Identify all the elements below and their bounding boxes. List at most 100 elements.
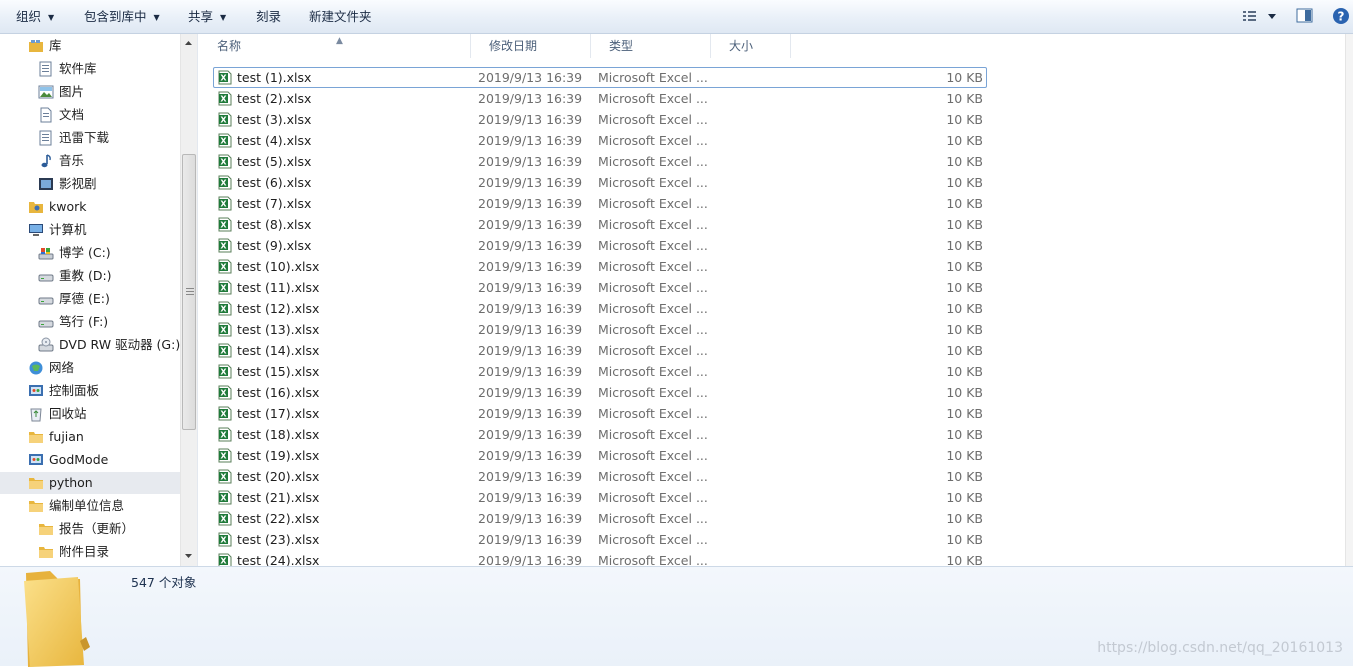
excel-file-icon: X [218,364,232,379]
column-header-type[interactable]: 类型 [591,34,711,58]
nav-item[interactable]: 控制面板 [0,380,180,402]
nav-item[interactable]: 音乐 [0,150,180,172]
nav-item[interactable]: 编制单位信息 [0,495,180,517]
nav-item[interactable]: 博学 (C:) [0,242,180,264]
column-header-size[interactable]: 大小 [711,34,791,58]
file-size: 10 KB [946,406,983,421]
file-name: test (1).xlsx [237,70,312,85]
file-size: 10 KB [946,175,983,190]
nav-item[interactable]: fujian [0,426,180,448]
file-name: test (24).xlsx [237,553,320,566]
nav-item-label: 控制面板 [49,383,100,398]
nav-item-label: 计算机 [49,222,87,237]
file-row[interactable]: Xtest (4).xlsx 2019/9/13 16:39 Microsoft E… [213,130,987,151]
nav-item[interactable]: 厚德 (E:) [0,288,180,310]
file-row[interactable]: Xtest (7).xlsx 2019/9/13 16:39 Microsoft E… [213,193,987,214]
file-date: 2019/9/13 16:39 [478,175,583,190]
file-row[interactable]: Xtest (15).xlsx 2019/9/13 16:39 Microsoft … [213,361,987,382]
library-icon [29,40,43,52]
nav-item[interactable]: 影视剧 [0,173,180,195]
file-row[interactable]: Xtest (2).xlsx 2019/9/13 16:39 Microsoft E… [213,88,987,109]
file-row[interactable]: Xtest (14).xlsx 2019/9/13 16:39 Microsoft … [213,340,987,361]
file-row[interactable]: Xtest (24).xlsx 2019/9/13 16:39 Microsoft … [213,550,987,566]
file-type: Microsoft Excel ... [598,280,708,295]
scroll-up-icon[interactable] [181,36,196,50]
help-button[interactable]: ? [1332,7,1350,28]
excel-file-icon: X [218,133,232,148]
file-row[interactable]: Xtest (11).xlsx 2019/9/13 16:39 Microsoft … [213,277,987,298]
preview-pane-button[interactable] [1296,7,1314,28]
file-row[interactable]: Xtest (13).xlsx 2019/9/13 16:39 Microsoft … [213,319,987,340]
file-row[interactable]: Xtest (17).xlsx 2019/9/13 16:39 Microsoft … [213,403,987,424]
file-row[interactable]: Xtest (3).xlsx 2019/9/13 16:39 Microsoft E… [213,109,987,130]
nav-item[interactable]: 附件目录 [0,541,180,563]
svg-text:X: X [220,179,227,188]
nav-item[interactable]: 迅雷下载 [0,127,180,149]
nav-item[interactable]: 报告（更新） [0,518,180,540]
file-date: 2019/9/13 16:39 [478,238,583,253]
file-row[interactable]: Xtest (21).xlsx 2019/9/13 16:39 Microsoft … [213,487,987,508]
file-row[interactable]: Xtest (19).xlsx 2019/9/13 16:39 Microsoft … [213,445,987,466]
organize-label: 组织 [16,9,42,24]
navigation-scrollbar[interactable] [180,34,197,566]
nav-item[interactable]: 重教 (D:) [0,265,180,287]
burn-button[interactable]: 刻录 [256,0,281,34]
file-row[interactable]: Xtest (20).xlsx 2019/9/13 16:39 Microsoft … [213,466,987,487]
column-header-date[interactable]: 修改日期 [471,34,591,58]
nav-item[interactable]: 文档 [0,104,180,126]
file-row[interactable]: Xtest (8).xlsx 2019/9/13 16:39 Microsoft E… [213,214,987,235]
excel-file-icon: X [218,112,232,127]
nav-item[interactable]: 笃行 (F:) [0,311,180,333]
document-icon [40,107,52,123]
column-header-name[interactable]: 名称 ▲ [199,34,471,58]
file-row[interactable]: Xtest (22).xlsx 2019/9/13 16:39 Microsoft … [213,508,987,529]
file-row[interactable]: Xtest (10).xlsx 2019/9/13 16:39 Microsoft … [213,256,987,277]
file-row[interactable]: Xtest (5).xlsx 2019/9/13 16:39 Microsoft E… [213,151,987,172]
nav-item[interactable]: 库 [0,35,180,57]
file-list-scrollbar[interactable] [1345,34,1353,566]
file-type: Microsoft Excel ... [598,154,708,169]
nav-item-label: GodMode [49,452,109,467]
excel-file-icon: X [218,175,232,190]
file-row[interactable]: Xtest (16).xlsx 2019/9/13 16:39 Microsoft … [213,382,987,403]
nav-item[interactable]: DVD RW 驱动器 (G:) [0,334,180,356]
chevron-down-icon: ▼ [153,13,160,22]
file-size: 10 KB [946,280,983,295]
file-type: Microsoft Excel ... [598,70,708,85]
file-date: 2019/9/13 16:39 [478,112,583,127]
file-row[interactable]: Xtest (9).xlsx 2019/9/13 16:39 Microsoft E… [213,235,987,256]
nav-item[interactable]: 网络 [0,357,180,379]
share-button[interactable]: 共享 ▼ [188,0,226,34]
organize-button[interactable]: 组织 ▼ [16,0,54,34]
nav-item[interactable]: 回收站 [0,403,180,425]
file-row[interactable]: Xtest (12).xlsx 2019/9/13 16:39 Microsoft … [213,298,987,319]
file-row[interactable]: Xtest (23).xlsx 2019/9/13 16:39 Microsoft … [213,529,987,550]
recycle-bin-icon [30,408,42,422]
file-row[interactable]: Xtest (6).xlsx 2019/9/13 16:39 Microsoft E… [213,172,987,193]
nav-item-label: 网络 [49,360,75,375]
file-row[interactable]: Xtest (18).xlsx 2019/9/13 16:39 Microsoft … [213,424,987,445]
share-label: 共享 [188,9,214,24]
nav-item[interactable]: GodMode [0,449,180,471]
svg-text:X: X [220,347,227,356]
document-library-icon [39,61,52,77]
nav-item-label: 文档 [59,107,85,122]
file-date: 2019/9/13 16:39 [478,301,583,316]
nav-item[interactable]: 软件库 [0,58,180,80]
nav-item[interactable]: 计算机 [0,219,180,241]
change-view-button[interactable] [1241,7,1281,30]
scrollbar-thumb[interactable] [182,154,196,430]
file-name: test (6).xlsx [237,175,312,190]
new-folder-button[interactable]: 新建文件夹 [309,0,372,34]
scroll-down-icon[interactable] [181,549,196,563]
excel-file-icon: X [218,490,232,505]
file-row[interactable]: Xtest (1).xlsx 2019/9/13 16:39 Microsoft E… [213,67,987,88]
nav-item[interactable]: kwork [0,196,180,218]
nav-item[interactable]: python [0,472,180,494]
file-type: Microsoft Excel ... [598,532,708,547]
file-date: 2019/9/13 16:39 [478,322,583,337]
file-type: Microsoft Excel ... [598,133,708,148]
file-date: 2019/9/13 16:39 [478,154,583,169]
nav-item[interactable]: 图片 [0,81,180,103]
include-in-library-button[interactable]: 包含到库中 ▼ [84,0,160,34]
